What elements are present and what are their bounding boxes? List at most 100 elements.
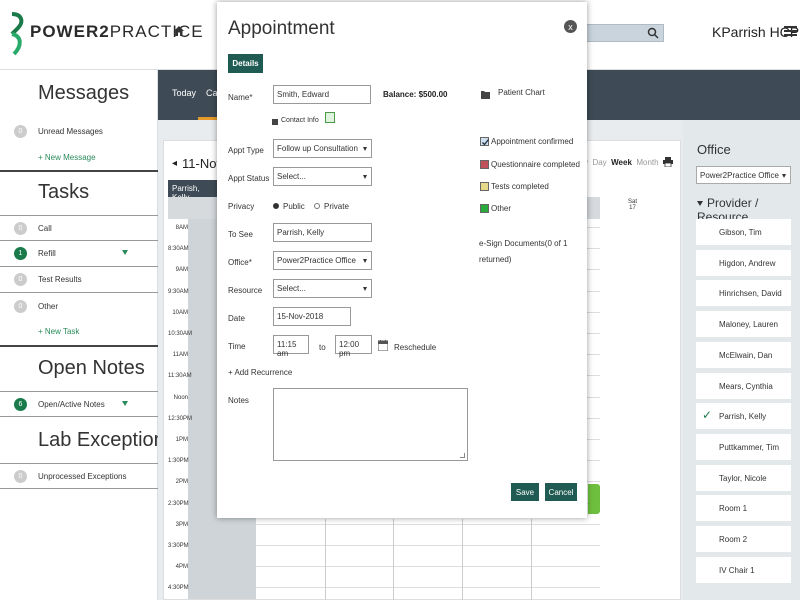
chevron-down-icon bbox=[363, 287, 367, 291]
provider-item[interactable]: McElwain, Dan bbox=[696, 341, 791, 368]
notes-count-badge: 6 bbox=[14, 397, 27, 411]
provider-item[interactable]: Room 1 bbox=[696, 495, 791, 522]
date-label: Date bbox=[228, 314, 245, 323]
add-appointment-button[interactable] bbox=[588, 484, 600, 514]
time-from-field[interactable]: 11:15 am bbox=[273, 335, 309, 358]
other-swatch bbox=[480, 204, 489, 213]
calendar-view-switcher[interactable]: y Day Week Month bbox=[584, 158, 659, 167]
home-icon[interactable] bbox=[173, 25, 185, 37]
print-icon[interactable] bbox=[663, 157, 673, 167]
provider-item[interactable]: Mears, Cynthia bbox=[696, 372, 791, 399]
resource-select[interactable]: Select... bbox=[273, 279, 372, 298]
prev-arrow-icon[interactable]: ◂ bbox=[172, 158, 177, 169]
task-count-badge: 0 bbox=[14, 273, 27, 286]
name-field[interactable]: Smith, Edward bbox=[273, 85, 371, 104]
appt-type-label: Appt Type bbox=[228, 146, 264, 155]
privacy-private-radio[interactable] bbox=[314, 203, 320, 209]
tab-details[interactable]: Details bbox=[228, 54, 263, 73]
task-label: Refill bbox=[38, 249, 56, 258]
provider-item[interactable]: Higdon, Andrew bbox=[696, 249, 791, 276]
hamburger-menu-icon[interactable] bbox=[784, 25, 797, 37]
calendar-icon[interactable] bbox=[378, 340, 388, 351]
grid-line bbox=[462, 519, 463, 600]
time-to-field[interactable]: 12:00 pm bbox=[335, 335, 372, 358]
add-recurrence-link[interactable]: + Add Recurrence bbox=[228, 368, 292, 377]
task-label: Other bbox=[38, 301, 59, 311]
cancel-button[interactable]: Cancel bbox=[545, 483, 577, 501]
grid-line bbox=[256, 545, 600, 546]
nav-today-tab[interactable]: Today bbox=[172, 88, 196, 98]
close-button[interactable]: x bbox=[564, 20, 577, 33]
lab-label: Unprocessed Exceptions bbox=[38, 471, 127, 481]
provider-item[interactable]: IV Chair 1 bbox=[696, 556, 791, 583]
lab-count-badge: 0 bbox=[14, 469, 27, 483]
legend-label: Tests completed bbox=[491, 182, 549, 191]
provider-item[interactable]: Taylor, Nicole bbox=[696, 464, 791, 491]
office-title: Office bbox=[697, 142, 731, 157]
task-label: Test Results bbox=[38, 275, 82, 284]
appt-status-value: Select... bbox=[277, 172, 306, 181]
task-item-call[interactable]: 0 Call bbox=[0, 215, 158, 241]
task-item-test-results[interactable]: 0 Test Results bbox=[0, 267, 158, 293]
provider-item[interactable]: Puttkammer, Tim bbox=[696, 433, 791, 460]
privacy-label: Privacy bbox=[228, 202, 255, 211]
provider-item[interactable]: Maloney, Lauren bbox=[696, 311, 791, 338]
time-slot-label: 12:30PM bbox=[168, 415, 193, 422]
time-label: Time bbox=[228, 342, 246, 351]
esign-documents-text: e-Sign Documents(0 of 1 returned) bbox=[479, 239, 568, 264]
open-notes-item[interactable]: 6 Open/Active Notes bbox=[0, 391, 158, 417]
chevron-down-icon bbox=[363, 147, 367, 151]
office-selected-value: Power2Practice Office bbox=[700, 171, 779, 180]
privacy-public-radio[interactable] bbox=[273, 203, 279, 209]
time-slot-label: 2:30PM bbox=[168, 500, 189, 507]
office-field-select[interactable]: Power2Practice Office bbox=[273, 251, 372, 270]
time-slot-label: 1PM bbox=[175, 437, 188, 443]
appointment-confirmed-checkbox[interactable] bbox=[480, 137, 490, 146]
time-slot-label: 11:30AM bbox=[168, 373, 192, 380]
checkmark-icon: ✓ bbox=[702, 408, 713, 423]
tasks-title: Tasks bbox=[38, 181, 90, 203]
view-week[interactable]: Week bbox=[611, 158, 632, 167]
provider-item[interactable]: Hinrichsen, David bbox=[696, 280, 791, 307]
grid-line bbox=[256, 523, 600, 525]
unread-messages-item[interactable]: 0 Unread Messages bbox=[0, 118, 158, 144]
save-button[interactable]: Save bbox=[511, 483, 539, 501]
view-month[interactable]: Month bbox=[636, 158, 658, 167]
task-item-refill[interactable]: 1 Refill bbox=[0, 241, 158, 267]
time-slot-label: 4PM bbox=[175, 564, 188, 571]
reschedule-link[interactable]: Reschedule bbox=[394, 343, 436, 352]
contact-card-icon[interactable] bbox=[325, 112, 335, 123]
search-input[interactable] bbox=[586, 24, 664, 42]
privacy-private-label[interactable]: Private bbox=[324, 202, 349, 211]
lab-exceptions-title: Lab Exceptions bbox=[38, 429, 175, 451]
notes-textarea[interactable] bbox=[273, 388, 468, 461]
privacy-public-label[interactable]: Public bbox=[283, 202, 305, 211]
chevron-down-icon bbox=[363, 175, 367, 179]
task-item-other[interactable]: 0 Other bbox=[0, 293, 158, 319]
provider-item[interactable]: Room 2 bbox=[696, 526, 791, 552]
appt-status-select[interactable]: Select... bbox=[273, 167, 372, 186]
patient-chart-link[interactable]: Patient Chart bbox=[498, 88, 545, 97]
chevron-down-icon[interactable] bbox=[122, 250, 128, 255]
balance-text: Balance: $500.00 bbox=[383, 90, 448, 99]
chevron-down-icon bbox=[782, 174, 786, 178]
grid-line bbox=[531, 519, 532, 600]
time-slot-label: 3PM bbox=[175, 521, 188, 528]
time-to-text: to bbox=[319, 343, 326, 352]
view-day[interactable]: Day bbox=[592, 158, 606, 167]
search-icon[interactable] bbox=[647, 27, 659, 39]
grid-line bbox=[393, 519, 394, 600]
unprocessed-exceptions-item[interactable]: 0 Unprocessed Exceptions bbox=[0, 463, 158, 489]
office-select[interactable]: Power2Practice Office bbox=[696, 166, 791, 184]
resource-label: Resource bbox=[228, 286, 263, 295]
to-see-field[interactable]: Parrish, Kelly bbox=[273, 223, 372, 242]
new-message-link[interactable]: + New Message bbox=[38, 153, 96, 162]
provider-item[interactable]: Gibson, Tim bbox=[696, 219, 791, 245]
chevron-down-icon[interactable] bbox=[122, 401, 128, 406]
new-task-link[interactable]: + New Task bbox=[38, 327, 79, 336]
resize-handle-icon[interactable] bbox=[460, 453, 465, 458]
contact-info-link[interactable]: Contact Info bbox=[281, 117, 319, 124]
date-field[interactable]: 15-Nov-2018 bbox=[273, 307, 351, 326]
appt-type-select[interactable]: Follow up Consultation bbox=[273, 139, 372, 158]
divider bbox=[0, 170, 158, 172]
